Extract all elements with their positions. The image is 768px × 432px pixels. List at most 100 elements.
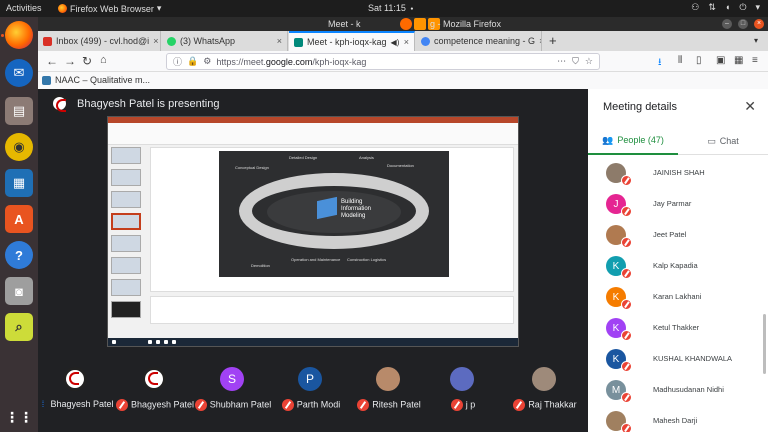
navigation-bar: ← → ↻ ⌂ ⓘ 🔒 ⚙ https://meet.google.com/kp…	[38, 51, 768, 72]
maximize-icon[interactable]: □	[738, 19, 748, 29]
rhythmbox-icon[interactable]: ◉	[5, 133, 33, 161]
close-tab-icon[interactable]: ×	[404, 37, 409, 47]
home-icon[interactable]: ⌂	[100, 54, 107, 66]
list-item[interactable]: K Karan Lakhani	[588, 283, 768, 314]
bookmark-star-icon[interactable]: ☆	[585, 56, 593, 67]
lock-icon[interactable]: 🔒	[187, 56, 198, 67]
chat-icon: ▭	[707, 135, 716, 146]
list-item[interactable]: K Kalp Kapadia	[588, 252, 768, 283]
close-icon[interactable]: ×	[754, 19, 764, 29]
participant-tile[interactable]: ⁞ Bhagyesh Patel	[35, 367, 117, 427]
speaker-icon[interactable]: ◀)	[391, 38, 400, 47]
tab-label: competence meaning - G	[434, 36, 536, 46]
close-icon[interactable]: ✕	[744, 98, 756, 115]
notification-dot-icon: ●	[410, 5, 414, 12]
pocket-icon[interactable]: ⛉	[572, 56, 579, 67]
list-item[interactable]: M Madhusudanan Nidhi	[588, 376, 768, 407]
firefox-dock-icon[interactable]	[5, 21, 33, 49]
library-icon[interactable]: ⫴	[678, 55, 682, 66]
activities-button[interactable]: Activities	[6, 3, 42, 13]
software-icon[interactable]: A	[5, 205, 33, 233]
extension-grid-icon[interactable]: ▦	[734, 55, 743, 66]
mic-off-icon	[194, 399, 207, 411]
scrollbar[interactable]	[763, 314, 766, 374]
permissions-icon[interactable]: ⚙	[203, 56, 211, 67]
forward-icon[interactable]: →	[64, 54, 76, 68]
mic-off-icon	[357, 399, 370, 411]
mic-off-icon	[115, 399, 128, 411]
participant-name: Bhagyesh Patel	[114, 399, 196, 411]
minimize-icon[interactable]: –	[722, 19, 732, 29]
network-icon[interactable]: ⇅	[708, 2, 716, 13]
participant-tile[interactable]: P Parth Modi	[270, 367, 352, 427]
participant-tile[interactable]: j p	[422, 367, 504, 427]
image-viewer-icon[interactable]: ⌕	[5, 313, 33, 341]
list-item[interactable]: K KUSHAL KHANDWALA	[588, 345, 768, 376]
list-item[interactable]: K Ketul Thakker	[588, 314, 768, 345]
camera-icon[interactable]: ◙	[5, 277, 33, 305]
tab-whatsapp[interactable]: (3) WhatsApp ×	[162, 31, 288, 51]
reload-icon[interactable]: ↻	[82, 54, 92, 68]
extension-icon[interactable]: ▣	[716, 55, 725, 66]
participant-tile[interactable]: Ritesh Patel	[348, 367, 430, 427]
participant-name: JAINISH SHAH	[653, 168, 705, 177]
list-item[interactable]: JAINISH SHAH	[588, 159, 768, 190]
participant-name: Ketul Thakker	[653, 323, 700, 332]
participant-tile[interactable]: Bhagyesh Patel	[114, 367, 196, 427]
google-icon	[421, 36, 430, 46]
close-tab-icon[interactable]: ×	[277, 36, 282, 46]
close-tab-icon[interactable]: ×	[153, 36, 158, 46]
mic-off-icon	[621, 361, 632, 372]
screen-share[interactable]: Building Information Modeling Detailed D…	[107, 116, 519, 347]
downloads-icon[interactable]: ⭳	[658, 55, 662, 72]
mic-off-icon	[621, 175, 632, 186]
bim-label: Building Information Modeling	[341, 199, 372, 219]
accessibility-icon[interactable]: ⚇	[691, 2, 699, 13]
firefox-icon	[58, 4, 67, 13]
menu-icon[interactable]: ≡	[752, 55, 758, 66]
list-item[interactable]: Jeet Patel	[588, 221, 768, 252]
tab-chat[interactable]: ▭ Chat	[678, 127, 768, 155]
list-item[interactable]: Mahesh Darji	[588, 407, 768, 432]
power-icon[interactable]: ⏻	[739, 2, 746, 13]
tab-google-search[interactable]: competence meaning - G ×	[416, 31, 542, 51]
tab-gmail[interactable]: Inbox (499) - cvl.hod@i ×	[38, 31, 161, 51]
people-list[interactable]: JAINISH SHAH J Jay Parmar Jeet Patel K K…	[588, 159, 768, 432]
list-item[interactable]: J Jay Parmar	[588, 190, 768, 221]
files-icon[interactable]: ▤	[5, 97, 33, 125]
participant-avatar	[63, 367, 87, 391]
bookmark-favicon-icon	[42, 75, 51, 85]
more-actions-icon[interactable]: ⋯	[557, 56, 566, 67]
mic-off-icon	[621, 299, 632, 310]
clock[interactable]: Sat 11:15 ●	[368, 3, 413, 13]
mic-off-icon	[621, 392, 632, 403]
close-tab-icon[interactable]: ×	[539, 36, 541, 46]
app-menu[interactable]: Firefox Web Browser ▾	[58, 3, 161, 14]
new-tab-button[interactable]: +	[549, 33, 557, 48]
thunderbird-icon[interactable]: ✉	[5, 59, 33, 87]
url-domain: google.com	[265, 56, 313, 67]
participant-name: Jeet Patel	[653, 230, 687, 239]
list-tabs-icon[interactable]: ▾	[754, 36, 758, 45]
participant-name: Ritesh Patel	[348, 399, 430, 411]
help-icon[interactable]: ?	[5, 241, 33, 269]
volume-icon[interactable]: ◖	[725, 2, 730, 13]
participant-tile[interactable]: Raj Thakkar	[504, 367, 586, 427]
mic-off-icon	[621, 330, 632, 341]
show-apps-icon[interactable]: ⋮⋮	[5, 403, 33, 431]
bookmark-item[interactable]: NAAC – Qualitative m...	[42, 75, 150, 85]
mic-off-icon	[450, 399, 463, 411]
participant-name: j p	[422, 399, 504, 411]
app-menu-label: Firefox Web Browser	[70, 3, 154, 14]
bim-slide: Building Information Modeling Detailed D…	[219, 151, 449, 277]
system-tray[interactable]: ⚇ ⇅ ◖ ⏻ ▾	[691, 2, 760, 13]
participant-tile[interactable]: S Shubham Patel	[192, 367, 274, 427]
writer-icon[interactable]: ▦	[5, 169, 33, 197]
tab-people[interactable]: 👥 People (47)	[588, 127, 678, 155]
tab-meet[interactable]: Meet - kph-ioqx-kag ◀) ×	[289, 31, 415, 51]
back-icon[interactable]: ←	[46, 54, 58, 68]
sidebar-icon[interactable]: ▯	[696, 55, 702, 66]
chevron-down-icon[interactable]: ▾	[755, 2, 760, 13]
info-icon[interactable]: ⓘ	[173, 55, 182, 68]
address-bar[interactable]: ⓘ 🔒 ⚙ https://meet.google.com/kph-ioqx-k…	[166, 53, 600, 70]
